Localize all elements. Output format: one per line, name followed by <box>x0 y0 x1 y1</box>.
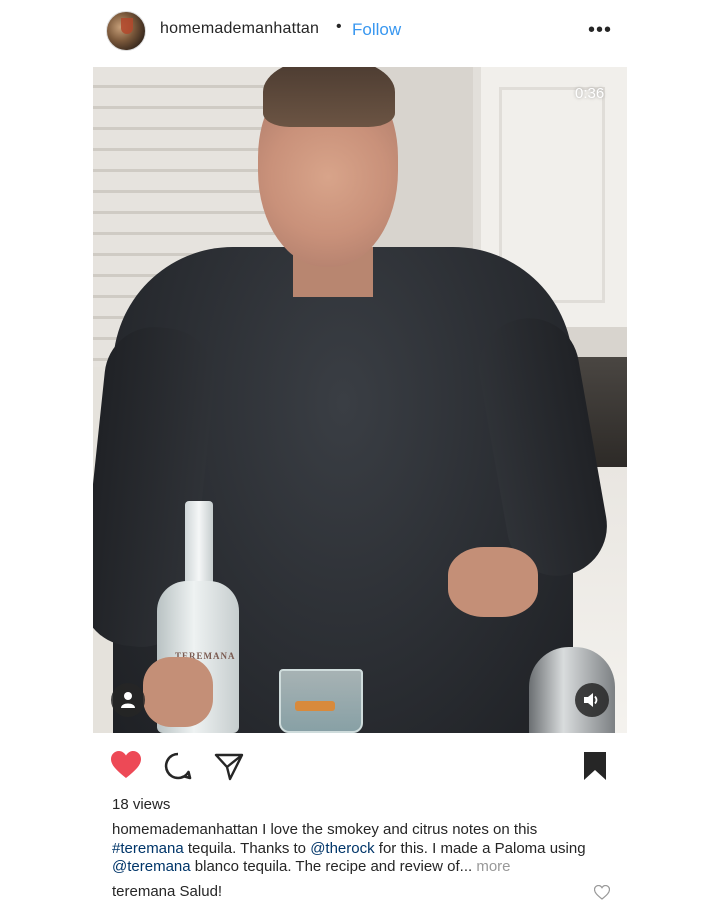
person-right-hand <box>448 547 538 617</box>
comment-text: Salud! <box>175 883 223 900</box>
caption-text: for this. I made a Paloma using <box>374 839 586 857</box>
comment-item: teremana Salud! <box>112 883 612 900</box>
volume-icon <box>584 693 598 707</box>
more-options-icon[interactable]: ••• <box>588 20 612 40</box>
caption-text: tequila. Thanks to <box>183 839 311 857</box>
post-video[interactable]: TEREMANA 0:36 <box>93 67 627 733</box>
more-link[interactable]: more <box>472 858 510 875</box>
person-hair <box>263 67 395 127</box>
bookmark-icon[interactable] <box>582 751 608 781</box>
person-left-hand <box>143 657 213 727</box>
video-timestamp: 0:36 <box>575 85 605 102</box>
caption-mention[interactable]: @therock <box>310 840 374 857</box>
comment-username[interactable]: teremana <box>112 883 175 900</box>
caption-hashtag[interactable]: #teremana <box>112 840 184 857</box>
comment-heart-icon[interactable] <box>594 885 610 900</box>
user-tag-icon <box>121 692 135 708</box>
follow-button[interactable]: Follow <box>352 20 401 40</box>
post-caption: homemademanhattan I love the smokey and … <box>112 821 612 877</box>
caption-text: I love the smokey and citrus notes on th… <box>257 821 538 838</box>
bottle-neck <box>185 501 213 591</box>
action-bar <box>0 740 720 790</box>
heart-icon[interactable] <box>110 750 142 780</box>
cocktail-glass <box>279 669 363 733</box>
post-header: homemademanhattan • Follow ••• <box>0 0 720 64</box>
avatar[interactable] <box>106 11 146 51</box>
volume-button[interactable] <box>575 683 609 717</box>
separator-dot: • <box>336 18 342 35</box>
comment-icon[interactable] <box>163 751 193 781</box>
direct-share-icon[interactable] <box>214 751 244 781</box>
post-username[interactable]: homemademanhattan <box>160 20 319 38</box>
view-count: 18 views <box>112 796 171 813</box>
caption-mention[interactable]: @teremana <box>112 858 191 875</box>
caption-text: blanco tequila. The recipe and review of… <box>190 858 473 875</box>
user-tag-button[interactable] <box>111 683 145 717</box>
caption-username[interactable]: homemademanhattan <box>112 821 258 838</box>
